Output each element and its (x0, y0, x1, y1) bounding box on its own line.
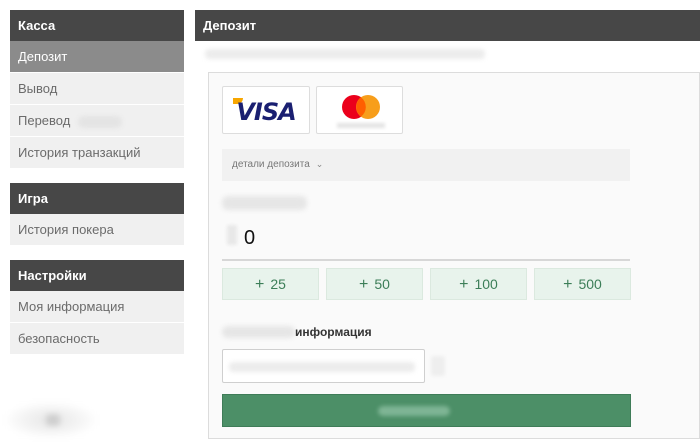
page-title: Депозит (195, 10, 700, 41)
redacted-text (77, 115, 122, 128)
redacted-icon (431, 356, 445, 376)
amount-input[interactable]: 0 (244, 227, 255, 250)
redacted-input-value (229, 362, 415, 372)
plus-icon: + (255, 276, 265, 293)
quick-amount-50-button[interactable]: +50 (326, 268, 423, 300)
redacted-text (337, 123, 385, 128)
quick-amount-label: 500 (578, 276, 602, 292)
plus-icon: + (359, 276, 369, 293)
payment-method-mastercard[interactable] (316, 86, 403, 134)
group-header-game: Игра (10, 183, 184, 214)
sidebar-item-security[interactable]: безопасность (10, 323, 184, 355)
group-game: Игра История покера (10, 183, 184, 246)
chevron-down-icon: ⌄ (315, 159, 324, 169)
redacted-widget (6, 402, 96, 438)
sidebar-item-my-info[interactable]: Моя информация (10, 291, 184, 323)
redacted-button-label (378, 406, 450, 416)
mastercard-logo-icon (342, 95, 380, 119)
sidebar-item-transaction-history[interactable]: История транзакций (10, 137, 184, 169)
sidebar: Касса Депозит Вывод Перевод История тран… (10, 10, 184, 369)
payment-method-visa[interactable]: VISA (222, 86, 310, 134)
quick-amount-500-button[interactable]: +500 (534, 268, 631, 300)
quick-amount-100-button[interactable]: +100 (430, 268, 527, 300)
info-input[interactable] (222, 349, 425, 383)
info-section-label: информация (295, 325, 372, 339)
sidebar-item-transfer[interactable]: Перевод (10, 105, 184, 137)
plus-icon: + (563, 276, 573, 293)
plus-icon: + (459, 276, 469, 293)
deposit-details-label: детали депозита ⌄ (232, 159, 323, 170)
group-header-kassa: Касса (10, 10, 184, 41)
redacted-text (222, 326, 295, 338)
quick-amount-label: 100 (474, 276, 498, 292)
quick-amount-25-button[interactable]: +25 (222, 268, 319, 300)
deposit-details-text: детали депозита (232, 159, 310, 170)
quick-amount-label: 25 (270, 276, 286, 292)
sidebar-item-poker-history[interactable]: История покера (10, 214, 184, 246)
amount-underline (222, 259, 630, 261)
visa-logo-icon: VISA (236, 98, 296, 126)
main-content: Депозит VISA детали депозита ⌄ 0 +25 +50 … (195, 10, 700, 442)
redacted-currency (227, 225, 237, 245)
group-kassa: Касса Депозит Вывод Перевод История тран… (10, 10, 184, 169)
quick-amount-label: 50 (374, 276, 390, 292)
submit-deposit-button[interactable] (222, 394, 631, 427)
deposit-panel: VISA детали депозита ⌄ 0 +25 +50 +100 +50… (208, 72, 700, 439)
redacted-amount-label (222, 196, 307, 210)
group-header-settings: Настройки (10, 260, 184, 291)
redacted-subtitle (205, 49, 485, 59)
sidebar-item-deposit[interactable]: Депозит (10, 41, 184, 73)
sidebar-item-withdraw[interactable]: Вывод (10, 73, 184, 105)
deposit-details-toggle[interactable]: детали депозита ⌄ (222, 149, 630, 181)
group-settings: Настройки Моя информация безопасность (10, 260, 184, 355)
sidebar-item-transfer-label: Перевод (18, 113, 71, 128)
